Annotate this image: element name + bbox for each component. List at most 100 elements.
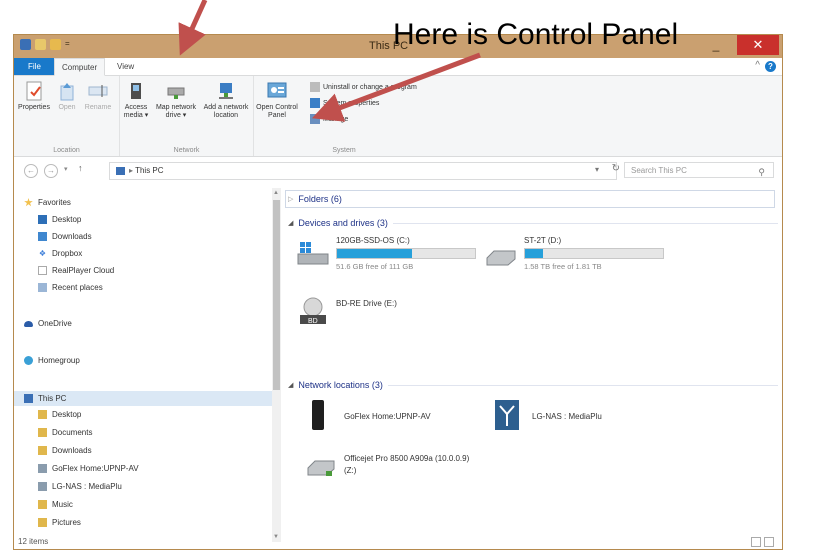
devices-header[interactable]: ◢ Devices and drives (3) [288, 218, 778, 228]
nav-label: Music [52, 500, 73, 509]
nav-label: LG-NAS : MediaPlu [52, 482, 122, 491]
network-drive-icon [165, 80, 187, 102]
nav-downloads[interactable]: Downloads [38, 232, 92, 241]
navigation-pane: Favorites Desktop Downloads ❖ Dropbox Rea… [14, 188, 272, 542]
status-bar: 12 items [14, 535, 782, 549]
network-item-sublabel: (Z:) [344, 466, 357, 475]
minimize-button[interactable]: _ [706, 38, 726, 54]
nav-scrollbar[interactable]: ▲ ▼ [272, 188, 281, 542]
nav-favorites[interactable]: Favorites [24, 198, 71, 207]
tab-computer[interactable]: Computer [54, 58, 106, 76]
network-item-officejet[interactable]: Officejet Pro 8500 A909a (10.0.0.9) (Z:) [306, 450, 526, 490]
scrollbar-thumb[interactable] [273, 200, 280, 390]
close-button[interactable]: ✕ [737, 35, 779, 55]
history-dropdown-icon[interactable]: ▾ [64, 165, 68, 173]
annotation-text: Here is Control Panel [393, 18, 679, 51]
map-network-drive-button[interactable]: Map network drive ▾ [154, 80, 198, 120]
system-properties-button[interactable]: System properties [310, 98, 379, 108]
up-button[interactable]: ↑ [78, 163, 83, 173]
network-header[interactable]: ◢ Network locations (3) [288, 380, 778, 390]
content-pane: ▷ Folders (6) ◢ Devices and drives (3) 120… [284, 188, 782, 542]
nav-dropbox[interactable]: ❖ Dropbox [38, 249, 82, 258]
search-placeholder: Search This PC [631, 166, 687, 175]
manage-icon [310, 114, 320, 124]
nav-label: Documents [52, 428, 93, 437]
collapse-icon: ◢ [288, 220, 294, 227]
search-input[interactable]: Search This PC ⚲ [624, 162, 774, 178]
collapse-ribbon-icon[interactable]: ^ [755, 60, 760, 71]
open-label: Open [58, 104, 76, 111]
nav-homegroup[interactable]: Homegroup [24, 356, 80, 365]
rename-label: Rename [84, 104, 112, 111]
open-button[interactable]: Open [54, 80, 80, 112]
folder-icon [38, 428, 47, 437]
header-divider [387, 384, 778, 386]
address-box[interactable]: ▸ This PC [109, 162, 617, 180]
nav-this-pc[interactable]: This PC [14, 391, 272, 406]
drive-name: ST-2T (D:) [524, 236, 562, 245]
nav-desktop[interactable]: Desktop [38, 215, 81, 224]
drive-name: 120GB-SSD-OS (C:) [336, 236, 410, 245]
manage-button[interactable]: Manage [310, 114, 348, 124]
nav-realplayer-cloud[interactable]: RealPlayer Cloud [38, 266, 114, 275]
nav-label: Recent places [52, 283, 103, 292]
manage-label: Manage [323, 115, 349, 123]
help-icon[interactable]: ? [765, 61, 776, 72]
group-location: Properties Open Rename Location [14, 76, 120, 156]
add-network-location-button[interactable]: Add a network location [202, 80, 250, 120]
access-media-button[interactable]: Access media ▾ [122, 80, 150, 120]
drive-usage-bar [336, 248, 476, 259]
drive-e[interactable]: BD BD-RE Drive (E:) [296, 291, 496, 331]
drive-usage-fill [337, 249, 412, 258]
nav-pc-goflex[interactable]: GoFlex Home:UPNP-AV [38, 464, 139, 473]
drive-c[interactable]: 120GB-SSD-OS (C:) 51.6 GB free of 111 GB [296, 236, 496, 276]
drive-usage-bar [524, 248, 664, 259]
properties-label: Properties [18, 104, 50, 111]
computer-icon[interactable] [20, 39, 31, 50]
nav-recent-places[interactable]: Recent places [38, 283, 103, 292]
address-dropdown-icon[interactable]: ▾ [595, 165, 599, 174]
nav-pc-music[interactable]: Music [38, 500, 73, 509]
control-panel-icon [266, 80, 288, 102]
open-control-panel-label: Open Control Panel [256, 104, 298, 119]
tab-view[interactable]: View [110, 58, 141, 75]
cloud-icon [24, 320, 33, 327]
nav-pc-desktop[interactable]: Desktop [38, 410, 81, 419]
group-network: Access media ▾ Map network drive ▾ Add a… [120, 76, 254, 156]
nav-onedrive[interactable]: OneDrive [24, 319, 72, 328]
network-item-lg-nas[interactable]: LG-NAS : MediaPlu [494, 398, 664, 438]
homegroup-icon [24, 356, 33, 365]
rename-button[interactable]: Rename [82, 80, 114, 112]
uninstall-program-button[interactable]: Uninstall or change a program [310, 82, 417, 92]
folders-header[interactable]: ▷ Folders (6) [288, 194, 778, 204]
details-view-icon[interactable] [751, 537, 761, 547]
recent-places-icon [38, 283, 47, 292]
address-path: This PC [135, 166, 164, 175]
nav-pc-lg-nas[interactable]: LG-NAS : MediaPlu [38, 482, 122, 491]
nav-label: Downloads [52, 232, 92, 241]
nav-pc-downloads[interactable]: Downloads [38, 446, 92, 455]
network-item-goflex[interactable]: GoFlex Home:UPNP-AV [306, 398, 476, 438]
nav-pc-documents[interactable]: Documents [38, 428, 92, 437]
open-control-panel-button[interactable]: Open Control Panel [256, 80, 298, 120]
system-properties-label: System properties [323, 99, 380, 107]
folder-icon [38, 446, 47, 455]
scroll-up-icon[interactable]: ▲ [273, 190, 279, 196]
nav-label: Downloads [52, 446, 92, 455]
group-network-label: Network [173, 147, 200, 154]
nav-pc-pictures[interactable]: Pictures [38, 518, 81, 527]
properties-button[interactable]: Properties [17, 80, 51, 112]
refresh-icon[interactable]: ↻ [612, 163, 620, 174]
new-folder-icon[interactable] [50, 39, 61, 50]
drive-d[interactable]: ST-2T (D:) 1.58 TB free of 1.81 TB [484, 236, 684, 276]
tab-file[interactable]: File [14, 58, 55, 75]
this-pc-icon [116, 166, 125, 175]
large-icons-view-icon[interactable] [764, 537, 774, 547]
header-divider [392, 222, 778, 224]
qat-dropdown-icon[interactable]: = [65, 39, 71, 50]
properties-icon[interactable] [35, 39, 46, 50]
back-button[interactable]: ← [24, 164, 38, 178]
forward-button[interactable]: → [44, 164, 58, 178]
network-item-label: GoFlex Home:UPNP-AV [344, 412, 431, 421]
nav-label: Favorites [38, 198, 71, 207]
